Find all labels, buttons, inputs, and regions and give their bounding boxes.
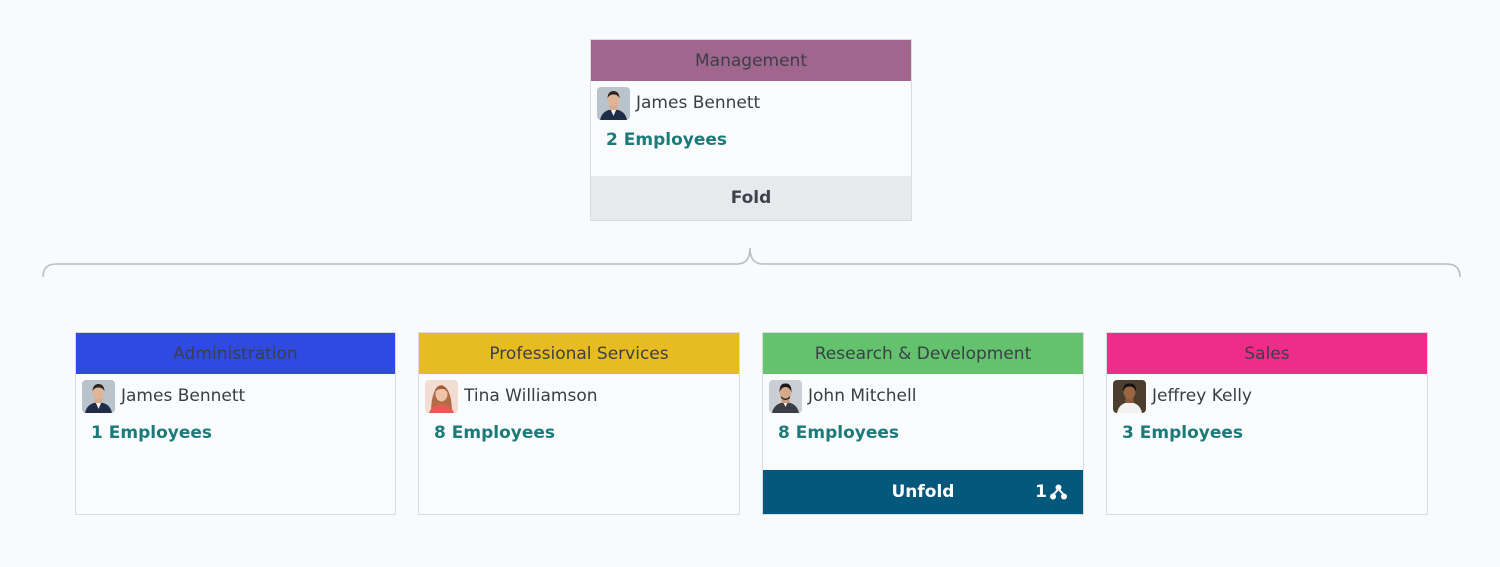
department-card-management: Management James Bennett 2 Employees Fol… <box>590 39 912 221</box>
unfold-label: Unfold <box>891 482 955 502</box>
department-card-professional-services: Professional Services Tina Williamson 8 … <box>418 332 740 515</box>
department-name: Sales <box>1244 343 1290 364</box>
employees-count-link[interactable]: 3 Employees <box>1122 423 1243 443</box>
department-name: Administration <box>173 343 298 364</box>
hierarchy-icon <box>1050 484 1067 500</box>
org-chart-canvas: Management James Bennett 2 Employees Fol… <box>0 0 1500 567</box>
department-header: Research & Development <box>763 333 1083 374</box>
fold-button[interactable]: Fold <box>591 176 911 220</box>
manager-avatar <box>82 379 115 413</box>
employees-count-link[interactable]: 8 Employees <box>778 423 899 443</box>
manager-row[interactable]: Tina Williamson <box>419 374 739 418</box>
manager-name: Tina Williamson <box>464 386 598 406</box>
sub-department-count-value: 1 <box>1035 482 1047 502</box>
employees-count-link[interactable]: 1 Employees <box>91 423 212 443</box>
unfold-button[interactable]: Unfold 1 <box>763 470 1083 514</box>
manager-row[interactable]: James Bennett <box>591 81 911 125</box>
manager-row[interactable]: Jeffrey Kelly <box>1107 374 1427 418</box>
employees-count-link[interactable]: 2 Employees <box>606 130 727 150</box>
department-header: Sales <box>1107 333 1427 374</box>
manager-name: John Mitchell <box>808 386 917 406</box>
department-header: Professional Services <box>419 333 739 374</box>
department-header: Administration <box>76 333 395 374</box>
manager-row[interactable]: John Mitchell <box>763 374 1083 418</box>
manager-avatar <box>769 379 802 413</box>
manager-name: James Bennett <box>121 386 246 406</box>
department-name: Professional Services <box>489 343 669 364</box>
department-card-research-development: Research & Development John Mitchell 8 E… <box>762 332 1084 515</box>
sub-department-count: 1 <box>1035 470 1067 514</box>
department-card-administration: Administration James Bennett 1 Employees <box>75 332 396 515</box>
department-card-sales: Sales Jeffrey Kelly 3 Employees <box>1106 332 1428 515</box>
manager-avatar <box>425 379 458 413</box>
department-name: Management <box>695 50 807 71</box>
department-name: Research & Development <box>814 343 1032 364</box>
manager-avatar <box>597 86 630 120</box>
manager-row[interactable]: James Bennett <box>76 374 395 418</box>
manager-name: James Bennett <box>636 93 761 113</box>
employees-count-link[interactable]: 8 Employees <box>434 423 555 443</box>
department-header: Management <box>591 40 911 81</box>
manager-name: Jeffrey Kelly <box>1152 386 1252 406</box>
manager-avatar <box>1113 379 1146 413</box>
